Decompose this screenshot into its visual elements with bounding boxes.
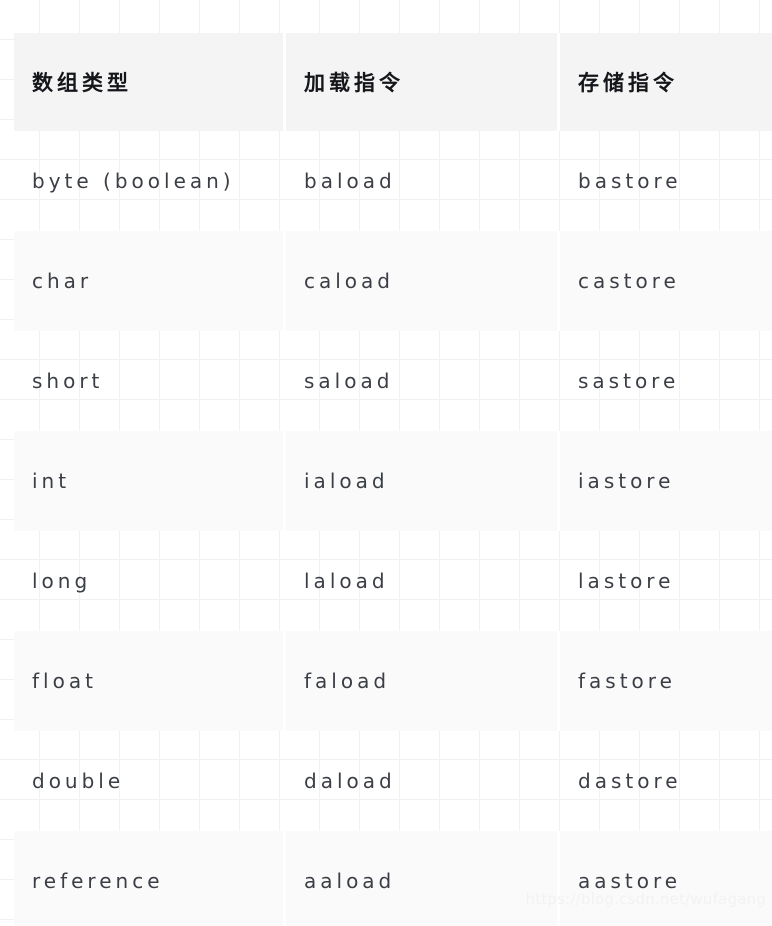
cell-store-instruction: bastore <box>578 169 682 193</box>
table-header-row: 数组类型 加载指令 存储指令 <box>14 33 772 131</box>
cell-store-instruction: aastore <box>560 831 772 926</box>
table-row: char caload castore <box>14 231 772 331</box>
table-row: reference aaload aastore <box>14 831 772 926</box>
cell-array-type: int <box>14 431 286 531</box>
column-header-array-type: 数组类型 <box>14 33 286 131</box>
cell-array-type: char <box>14 231 286 331</box>
table-body: byte (boolean) baload bastore char caloa… <box>14 131 772 926</box>
cell-array-type: short <box>32 369 104 393</box>
column-header-store-instruction: 存储指令 <box>560 33 772 131</box>
cell-load-instruction: caload <box>286 231 560 331</box>
table-row: float faload fastore <box>14 631 772 731</box>
cell-array-type: byte (boolean) <box>32 169 235 193</box>
cell-array-type: double <box>32 769 125 793</box>
cell-load-instruction: laload <box>304 569 389 593</box>
table-row: short saload sastore <box>14 331 772 431</box>
cell-load-instruction: aaload <box>286 831 560 926</box>
table-header: 数组类型 加载指令 存储指令 <box>14 33 772 131</box>
cell-array-type: reference <box>14 831 286 926</box>
cell-store-instruction: dastore <box>578 769 682 793</box>
table-row: double daload dastore <box>14 731 772 831</box>
cell-array-type: float <box>14 631 286 731</box>
cell-store-instruction: fastore <box>560 631 772 731</box>
cell-load-instruction: saload <box>304 369 394 393</box>
column-header-load-instruction: 加载指令 <box>286 33 560 131</box>
cell-store-instruction: castore <box>560 231 772 331</box>
cell-array-type: long <box>32 569 92 593</box>
cell-load-instruction: baload <box>304 169 396 193</box>
cell-store-instruction: lastore <box>578 569 675 593</box>
table-row: byte (boolean) baload bastore <box>14 131 772 231</box>
array-instruction-table: 数组类型 加载指令 存储指令 byte (boolean) baload bas… <box>14 33 772 926</box>
cell-load-instruction: daload <box>304 769 396 793</box>
cell-store-instruction: sastore <box>578 369 680 393</box>
table-row: int iaload iastore <box>14 431 772 531</box>
page-root: 数组类型 加载指令 存储指令 byte (boolean) baload bas… <box>0 0 772 926</box>
table-row: long laload lastore <box>14 531 772 631</box>
cell-load-instruction: faload <box>286 631 560 731</box>
cell-store-instruction: iastore <box>560 431 772 531</box>
cell-load-instruction: iaload <box>286 431 560 531</box>
